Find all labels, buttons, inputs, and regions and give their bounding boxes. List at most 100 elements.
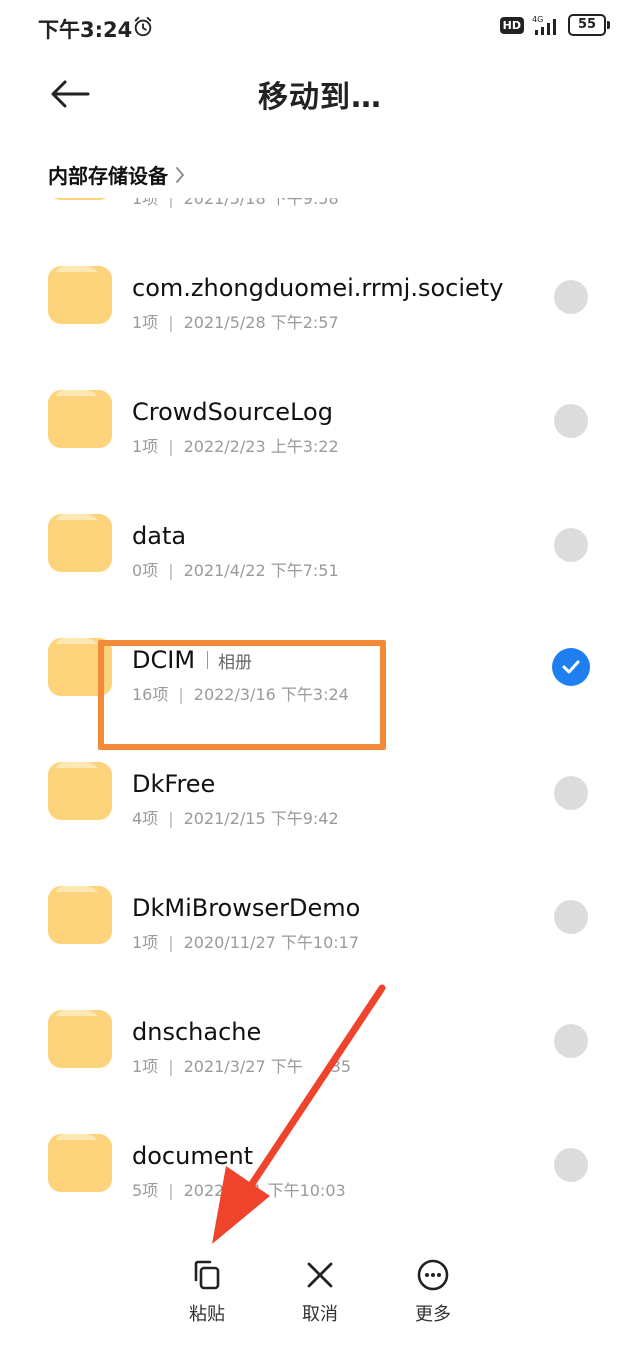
folder-date: 2021/3/27 下午: [183, 1057, 303, 1076]
folder-meta: 4项 | 2021/2/15 下午9:42: [132, 805, 339, 829]
folder-icon: [54, 198, 106, 200]
folder-meta: 0项 | 2021/4/22 下午7:51: [132, 557, 339, 581]
radio-checked[interactable]: [552, 648, 590, 686]
folder-name: document: [132, 1142, 253, 1170]
network-label: 4G: [532, 15, 543, 24]
folder-meta: 1项 | 2021/3/27 下午 35: [132, 1053, 351, 1077]
meta-separator: |: [168, 1181, 174, 1200]
folder-date-tail: 1 下午10:03: [252, 1181, 346, 1200]
folder-item-count: 1项: [132, 1057, 159, 1076]
alarm-icon: [134, 16, 152, 37]
folder-list: 1项 | 2021/5/18 下午9:58 com.zhongduomei.rrmj…: [0, 198, 640, 1228]
more-label: 更多: [415, 1304, 451, 1325]
page-title: 移动到…: [258, 80, 382, 115]
radio-unchecked[interactable]: [554, 1024, 588, 1058]
cancel-label: 取消: [302, 1304, 338, 1325]
folder-name-text: data: [132, 522, 187, 550]
folder-row[interactable]: DkFree 4项 | 2021/2/15 下午9:42: [0, 718, 640, 842]
meta-separator: |: [168, 1057, 174, 1076]
folder-name: dnschache: [132, 1018, 261, 1046]
radio-unchecked[interactable]: [554, 776, 588, 810]
paste-label: 粘贴: [189, 1304, 225, 1325]
folder-date: 2020/11/27 下午10:17: [183, 933, 359, 952]
folder-date: 2021/5/28 下午2:57: [183, 313, 339, 332]
folder-meta: 16项 | 2022/3/16 下午3:24: [132, 681, 349, 705]
folder-meta: 5项 | 2022 1 下午10:03: [132, 1177, 346, 1201]
folder-item-count: 5项: [132, 1181, 159, 1200]
folder-item-count: 1项: [132, 198, 159, 208]
more-icon: [417, 1259, 449, 1291]
folder-row[interactable]: data 0项 | 2021/4/22 下午7:51: [0, 470, 640, 594]
meta-separator: |: [178, 685, 184, 704]
radio-unchecked[interactable]: [554, 528, 588, 562]
folder-row[interactable]: DCIM 相册 16项 | 2022/3/16 下午3:24: [0, 594, 640, 718]
status-icons: HD 4G 55: [499, 14, 610, 36]
folder-meta: 1项 | 2020/11/27 下午10:17: [132, 929, 359, 953]
meta-separator: |: [168, 198, 174, 208]
folder-name: DkMiBrowserDemo: [132, 894, 360, 922]
meta-separator: |: [168, 437, 174, 456]
close-icon: [307, 1262, 333, 1288]
radio-unchecked[interactable]: [554, 404, 588, 438]
radio-unchecked[interactable]: [554, 900, 588, 934]
folder-name: com.zhongduomei.rrmj.society: [132, 274, 503, 302]
folder-row[interactable]: 1项 | 2021/5/18 下午9:58: [0, 198, 640, 222]
meta-separator: |: [168, 933, 174, 952]
check-icon: [562, 660, 580, 674]
folder-date: 2021/2/15 下午9:42: [183, 809, 339, 828]
folder-icon: [48, 390, 112, 448]
paste-button[interactable]: 粘贴: [162, 1258, 252, 1326]
folder-name: DkFree: [132, 770, 215, 798]
breadcrumb[interactable]: 内部存储设备: [48, 160, 186, 189]
folder-item-count: 0项: [132, 561, 159, 580]
battery-icon: 55: [568, 14, 610, 36]
folder-row[interactable]: DkMiBrowserDemo 1项 | 2020/11/27 下午10:17: [0, 842, 640, 966]
more-button[interactable]: 更多: [388, 1258, 478, 1326]
meta-separator: |: [168, 809, 174, 828]
folder-name: DCIM 相册: [132, 646, 252, 674]
folder-name-text: DkFree: [132, 770, 216, 798]
cancel-button[interactable]: 取消: [275, 1258, 365, 1326]
folder-icon: [48, 514, 112, 572]
folder-row[interactable]: document 5项 | 2022 1 下午10:03: [0, 1090, 640, 1214]
bottom-action-bar: 粘贴 取消 更多: [0, 1240, 640, 1350]
folder-date: 2022/3/16 下午3:24: [193, 685, 349, 704]
folder-meta: 1项 | 2021/5/28 下午2:57: [132, 309, 339, 333]
folder-tag: 相册: [218, 652, 253, 673]
folder-item-count: 16项: [132, 685, 169, 704]
folder-item-count: 1项: [132, 437, 159, 456]
folder-name-text: DCIM: [132, 646, 196, 674]
chevron-right-icon: [176, 166, 185, 183]
tag-separator: [207, 651, 209, 669]
folder-name-text: document: [132, 1142, 254, 1170]
folder-date: 2022: [183, 1181, 225, 1200]
folder-date-tail: 35: [330, 1057, 352, 1076]
folder-date: 2021/5/18 下午9:58: [183, 198, 339, 208]
status-bar: 下午3:24 HD 4G 55: [0, 0, 640, 56]
folder-icon: [48, 638, 112, 696]
folder-row[interactable]: CrowdSourceLog 1项 | 2022/2/23 上午3:22: [0, 346, 640, 470]
meta-separator: |: [168, 561, 174, 580]
folder-row[interactable]: com.zhongduomei.rrmj.society 1项 | 2021/5/28…: [0, 222, 640, 346]
radio-unchecked[interactable]: [554, 280, 588, 314]
folder-icon: [48, 886, 112, 944]
paste-icon: [194, 1260, 220, 1290]
radio-unchecked[interactable]: [554, 1148, 588, 1182]
folder-meta: 1项 | 2021/5/18 下午9:58: [132, 198, 339, 209]
folder-date: 2022/2/23 上午3:22: [183, 437, 339, 456]
status-time: 下午3:24: [38, 18, 133, 42]
meta-separator: |: [168, 313, 174, 332]
folder-icon: [48, 1010, 112, 1068]
folder-row[interactable]: dnschache 1项 | 2021/3/27 下午 35: [0, 966, 640, 1090]
folder-icon: [48, 762, 112, 820]
folder-icon: [48, 266, 112, 324]
folder-item-count: 1项: [132, 933, 159, 952]
folder-item-count: 4项: [132, 809, 159, 828]
folder-name: CrowdSourceLog: [132, 398, 333, 426]
folder-name-text: CrowdSourceLog: [132, 398, 333, 426]
folder-name-text: DkMiBrowserDemo: [132, 894, 361, 922]
hd-icon: HD: [499, 16, 524, 34]
folder-item-count: 1项: [132, 313, 159, 332]
folder-name-text: com.zhongduomei.rrmj.society: [132, 274, 504, 302]
signal-icon: 4G: [532, 15, 556, 35]
